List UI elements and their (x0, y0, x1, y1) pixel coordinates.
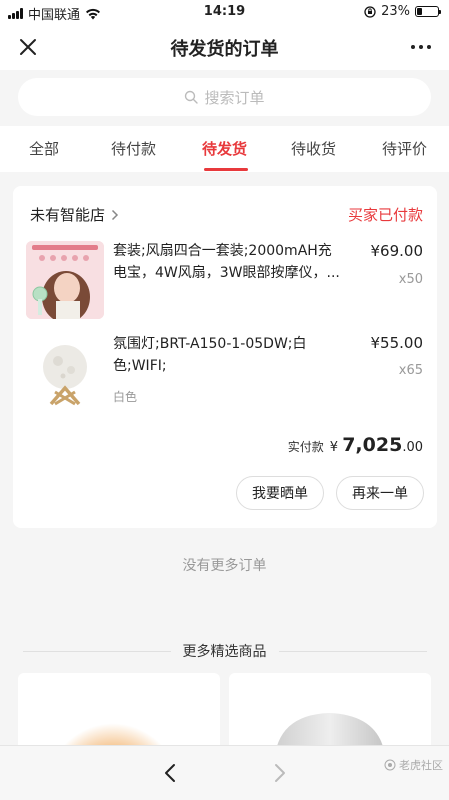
tab-pending-shipment[interactable]: 待发货 (202, 138, 247, 159)
more-products-title: 更多精选商品 (182, 644, 267, 660)
item-price-moon-lamp: ¥55.00 (370, 334, 424, 352)
store-name: 未有智能店 (30, 206, 106, 224)
tab-pending-review[interactable]: 待评价 (382, 138, 427, 159)
no-more-orders: 没有更多订单 (182, 558, 267, 574)
store-link[interactable]: 未有智能店 (30, 204, 119, 225)
item-price-fan-set: ¥69.00 (370, 242, 424, 260)
community-logo-icon (384, 759, 396, 771)
watermark: 老虎社区 (384, 757, 443, 773)
paid-label: 实付款 (287, 440, 324, 454)
battery-icon (415, 6, 441, 17)
nav-bar: 待发货的订单 (0, 24, 449, 70)
product-image-fan-set[interactable] (26, 241, 104, 319)
browser-toolbar (0, 745, 449, 800)
tab-all[interactable]: 全部 (29, 138, 59, 159)
back-arrow-icon[interactable] (158, 760, 184, 786)
search-input[interactable]: 搜索订单 (18, 78, 431, 116)
order-tabs: 全部 待付款 待发货 待收货 待评价 (0, 126, 449, 172)
item-title-fan-set: 套装;风扇四合一套装;2000mAH充 电宝，4W风扇，3W眼部按摩仪，... (113, 243, 340, 281)
page-title: 待发货的订单 (170, 39, 279, 60)
more-options-icon[interactable] (407, 33, 435, 61)
paid-total: 实付款 ¥ 7,025.00 (288, 434, 423, 456)
search-icon (185, 90, 199, 104)
more-products-header: 更多精选商品 (0, 641, 449, 661)
battery-fill (417, 8, 422, 15)
tab-pending-payment[interactable]: 待付款 (111, 138, 156, 159)
item-spec-moon-lamp: 白色 (113, 390, 138, 404)
tab-pending-receipt[interactable]: 待收货 (291, 138, 336, 159)
search-area: 搜索订单 (0, 70, 449, 126)
search-placeholder: 搜索订单 (204, 88, 265, 107)
reorder-button[interactable]: 再来一单 (336, 476, 424, 510)
item-qty-fan-set: x50 (398, 272, 423, 287)
divider (278, 650, 427, 652)
status-bar: 中国联通 14:19 23% (0, 0, 449, 24)
share-review-button[interactable]: 我要晒单 (236, 476, 324, 510)
forward-arrow-icon[interactable] (266, 760, 292, 786)
status-right: 23% (364, 4, 441, 19)
paid-amount: ¥ 7,025.00 (329, 434, 423, 456)
chevron-right-icon (111, 209, 119, 220)
orientation-lock-icon (364, 5, 376, 18)
item-qty-moon-lamp: x65 (398, 363, 423, 378)
item-title-moon-lamp: 氛围灯;BRT-A150-1-05DW;白 色;WIFI; (113, 336, 307, 374)
battery-percent: 23% (381, 4, 410, 19)
order-card[interactable]: 未有智能店 买家已付款 套装;风扇四合一套装;2000mAH充 电宝，4W风扇，… (13, 186, 437, 528)
active-tab-indicator (204, 168, 248, 171)
order-status: 买家已付款 (347, 206, 423, 224)
divider (22, 650, 171, 652)
product-image-moon-lamp[interactable] (26, 334, 104, 412)
